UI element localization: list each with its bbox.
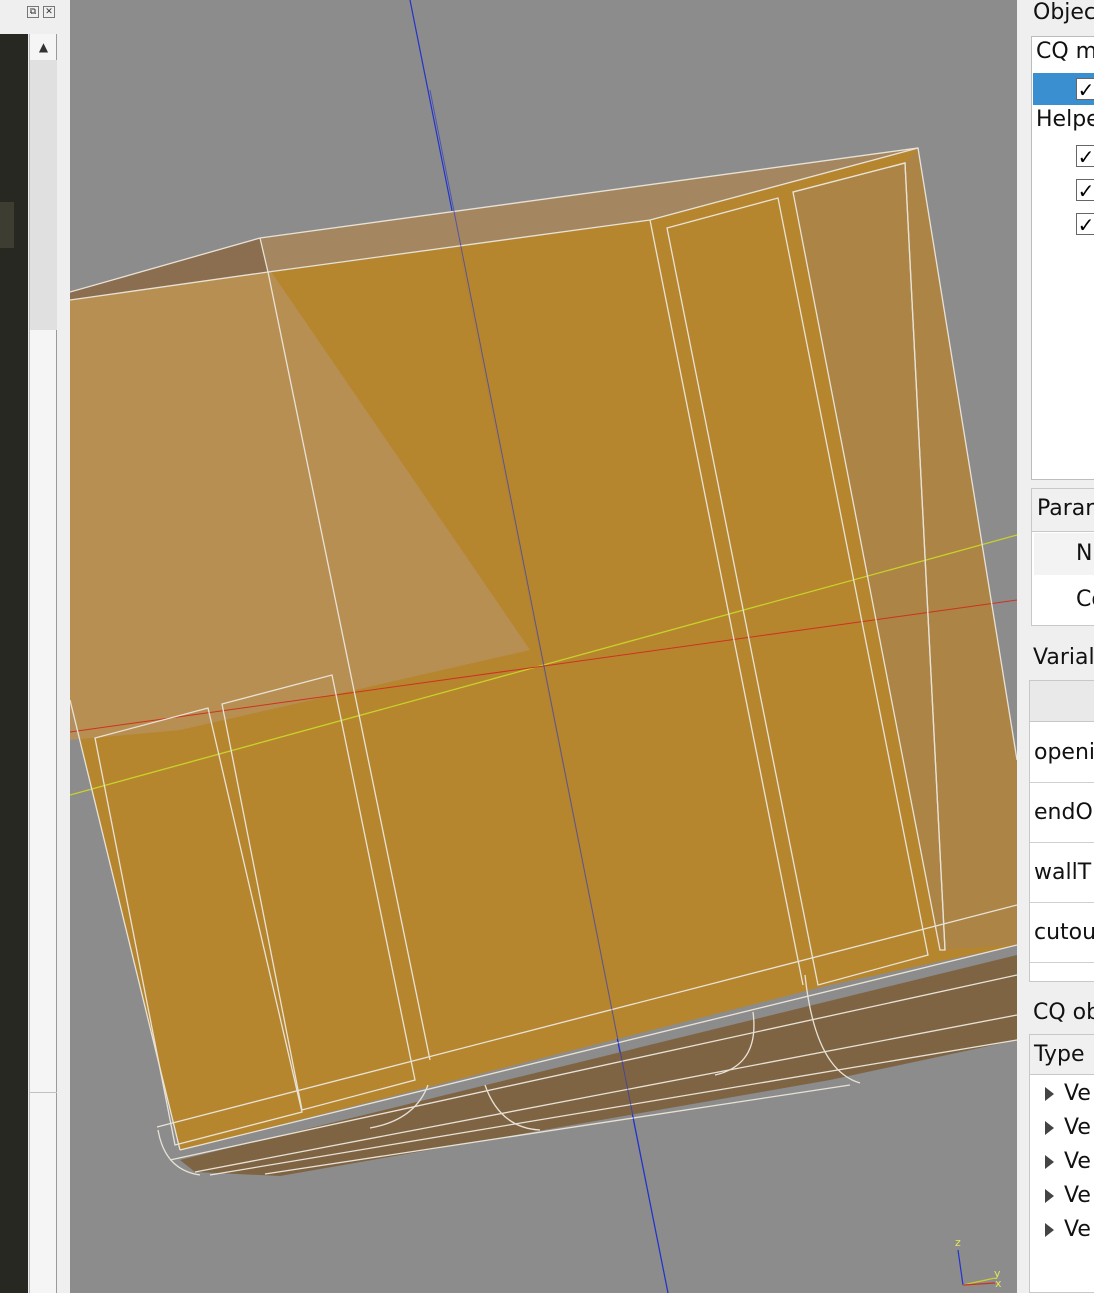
tree-item-label: Ve — [1064, 1115, 1091, 1140]
variables-panel-title: Varial — [1033, 645, 1094, 670]
expand-arrow-icon[interactable] — [1045, 1087, 1054, 1101]
table-row[interactable]: endO — [1030, 783, 1094, 843]
expand-arrow-icon[interactable] — [1045, 1155, 1054, 1169]
column-header-type[interactable]: Type — [1030, 1035, 1094, 1075]
3d-viewport[interactable]: z y x — [70, 0, 1017, 1293]
tree-item-label: Ve — [1064, 1149, 1091, 1174]
editor-panel: ⧉ ✕ ▲ — [0, 0, 70, 1293]
tree-item[interactable]: Ve — [1030, 1179, 1094, 1213]
table-row[interactable]: openi — [1030, 723, 1094, 783]
params-panel-title: Parar — [1037, 496, 1094, 521]
visibility-checkbox[interactable]: ✓ — [1076, 179, 1094, 202]
tree-item[interactable]: Ve — [1030, 1111, 1094, 1145]
tree-item[interactable]: Ve — [1030, 1213, 1094, 1247]
float-icon[interactable]: ⧉ — [27, 6, 39, 18]
table-row[interactable]: wallT — [1030, 843, 1094, 903]
cq-object-panel-title: CQ ob — [1033, 1000, 1094, 1025]
objects-panel-title: Objec — [1033, 0, 1094, 25]
expand-arrow-icon[interactable] — [1045, 1223, 1054, 1237]
axis-triad: z y x — [955, 1236, 1002, 1290]
close-icon[interactable]: ✕ — [43, 6, 55, 18]
tree-item[interactable]: Ve — [1030, 1145, 1094, 1179]
divider — [30, 1092, 57, 1093]
editor-current-line — [0, 202, 14, 248]
triangle-up-icon[interactable]: ▲ — [30, 34, 57, 61]
tree-item-label: Ve — [1064, 1081, 1091, 1106]
visibility-checkbox[interactable]: ✓ — [1076, 78, 1094, 101]
visibility-checkbox[interactable]: ✓ — [1076, 145, 1094, 168]
params-panel: Parar N Co — [1031, 488, 1094, 626]
cq-object-tree[interactable]: Type Ve Ve Ve Ve Ve — [1029, 1034, 1094, 1293]
expand-arrow-icon[interactable] — [1045, 1121, 1054, 1135]
triad-x-label: x — [995, 1277, 1002, 1290]
panel-splitter[interactable] — [1017, 0, 1029, 1293]
triad-z-label: z — [955, 1236, 961, 1249]
scroll-handle[interactable] — [30, 60, 57, 330]
table-row[interactable]: cutou — [1030, 903, 1094, 963]
tree-item[interactable]: Ve — [1030, 1077, 1094, 1111]
param-row[interactable]: Co — [1034, 579, 1094, 621]
tree-item-label: Ve — [1064, 1217, 1091, 1242]
tree-group-cq-models[interactable]: CQ m — [1036, 39, 1094, 64]
table-header — [1030, 681, 1094, 722]
right-dock: Objec CQ m ✓ Helpe ✓ ✓ ✓ Parar N Co Vari… — [1029, 0, 1094, 1293]
tree-item-selected[interactable]: ✓ — [1033, 73, 1094, 105]
param-row[interactable]: N — [1034, 533, 1094, 575]
model-render: z y x — [70, 0, 1017, 1293]
visibility-checkbox[interactable]: ✓ — [1076, 213, 1094, 236]
code-editor[interactable] — [0, 34, 28, 1293]
dock-buttons: ⧉ ✕ — [27, 6, 59, 20]
tree-item-label: Ve — [1064, 1183, 1091, 1208]
object-tree[interactable]: CQ m ✓ Helpe ✓ ✓ ✓ — [1031, 36, 1094, 480]
editor-scrollbar[interactable]: ▲ — [29, 34, 57, 1293]
tree-group-helpers[interactable]: Helpe — [1036, 107, 1094, 132]
variables-table[interactable]: openi endO wallT cutou — [1029, 680, 1094, 982]
expand-arrow-icon[interactable] — [1045, 1189, 1054, 1203]
